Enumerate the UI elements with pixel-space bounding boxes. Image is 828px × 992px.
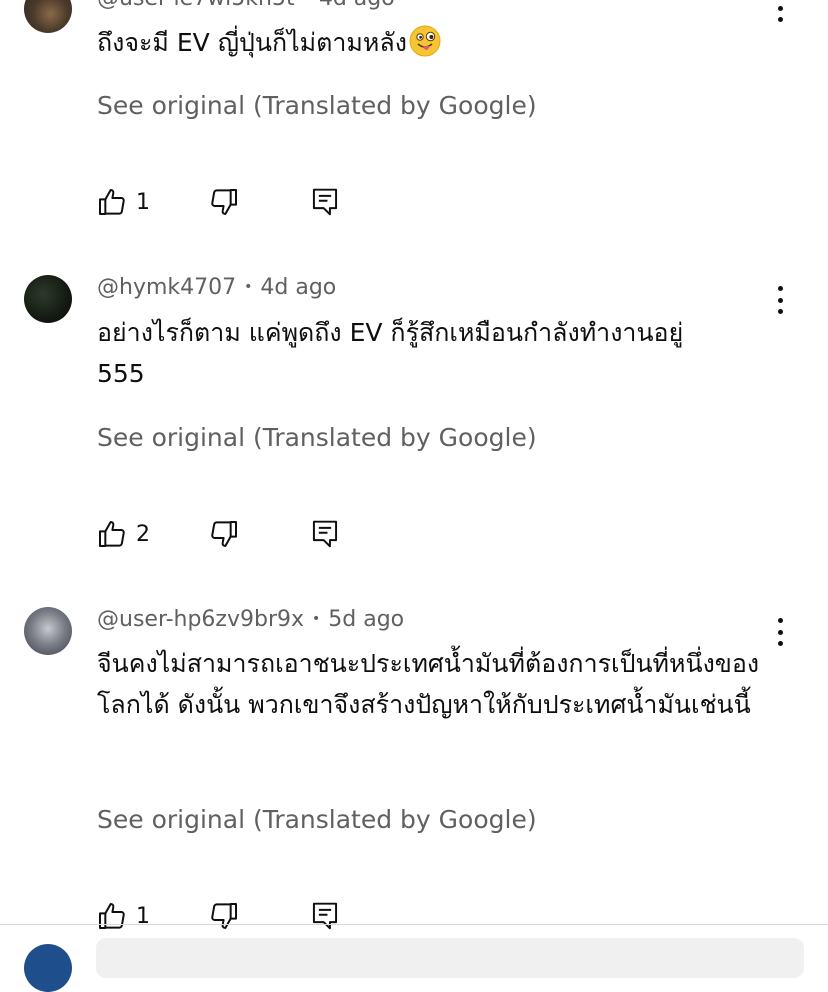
comment-meta: @user-hp6zv9br9x • 5d ago xyxy=(97,607,404,632)
separator-dot: • xyxy=(312,611,321,627)
separator-dot: • xyxy=(244,279,253,295)
comment-actions: 1 xyxy=(96,185,356,219)
separator-dot: • xyxy=(303,0,311,6)
reply-button[interactable] xyxy=(310,899,340,933)
comment-time: 5d ago xyxy=(328,607,405,632)
dislike-button[interactable] xyxy=(208,185,240,219)
comment-text: จีนคงไม่สามารถเอาชนะประเทศน้ำมันที่ต้องก… xyxy=(97,649,760,719)
comment-author[interactable]: @hymk4707 xyxy=(97,275,236,300)
dislike-button[interactable] xyxy=(208,899,240,933)
comment-text: ถึงจะมี EV ญี่ปุ่นก็ไม่ตามหลัง xyxy=(97,22,787,63)
reply-button[interactable] xyxy=(310,185,340,219)
reply-icon xyxy=(312,188,338,216)
avatar[interactable] xyxy=(24,607,72,655)
comment-meta: @user-le7wi5kh5t • 4d ago xyxy=(97,0,395,11)
like-count: 2 xyxy=(136,521,150,547)
more-actions-button[interactable] xyxy=(768,0,792,22)
thumbs-up-icon xyxy=(99,189,125,215)
thumbs-down-icon xyxy=(211,521,237,547)
thumbs-up-icon xyxy=(99,903,125,929)
winking-tongue-emoji xyxy=(409,25,441,57)
more-actions-button[interactable] xyxy=(768,286,792,314)
thumbs-down-icon xyxy=(211,903,237,929)
dislike-button[interactable] xyxy=(208,517,240,551)
divider xyxy=(0,924,828,925)
user-avatar xyxy=(24,944,72,992)
reply-icon xyxy=(312,902,338,930)
see-original-link[interactable]: See original (Translated by Google) xyxy=(97,423,537,452)
comment-author[interactable]: @user-le7wi5kh5t xyxy=(97,0,295,11)
see-original-link[interactable]: See original (Translated by Google) xyxy=(97,91,537,120)
avatar[interactable] xyxy=(24,275,72,323)
avatar[interactable] xyxy=(24,0,72,33)
comment-text: อย่างไรก็ตาม แค่พูดถึง EV ก็รู้สึกเหมือน… xyxy=(97,318,684,388)
comment-actions: 1 xyxy=(96,899,356,933)
like-button[interactable]: 2 xyxy=(96,517,150,551)
see-original-link[interactable]: See original (Translated by Google) xyxy=(97,805,537,834)
comment-time: 4d ago xyxy=(260,275,337,300)
like-count: 1 xyxy=(136,189,150,215)
reply-icon xyxy=(312,520,338,548)
more-actions-button[interactable] xyxy=(768,618,792,646)
comment-meta: @hymk4707 • 4d ago xyxy=(97,275,336,300)
like-button[interactable]: 1 xyxy=(96,899,150,933)
add-comment-input[interactable] xyxy=(96,938,804,978)
comment-text-content: ถึงจะมี EV ญี่ปุ่นก็ไม่ตามหลัง xyxy=(97,28,407,57)
comment-time: 4d ago xyxy=(319,0,395,11)
comment-author[interactable]: @user-hp6zv9br9x xyxy=(97,607,304,632)
like-button[interactable]: 1 xyxy=(96,185,150,219)
reply-button[interactable] xyxy=(310,517,340,551)
comment-actions: 2 xyxy=(96,517,356,551)
thumbs-down-icon xyxy=(211,189,237,215)
thumbs-up-icon xyxy=(99,521,125,547)
